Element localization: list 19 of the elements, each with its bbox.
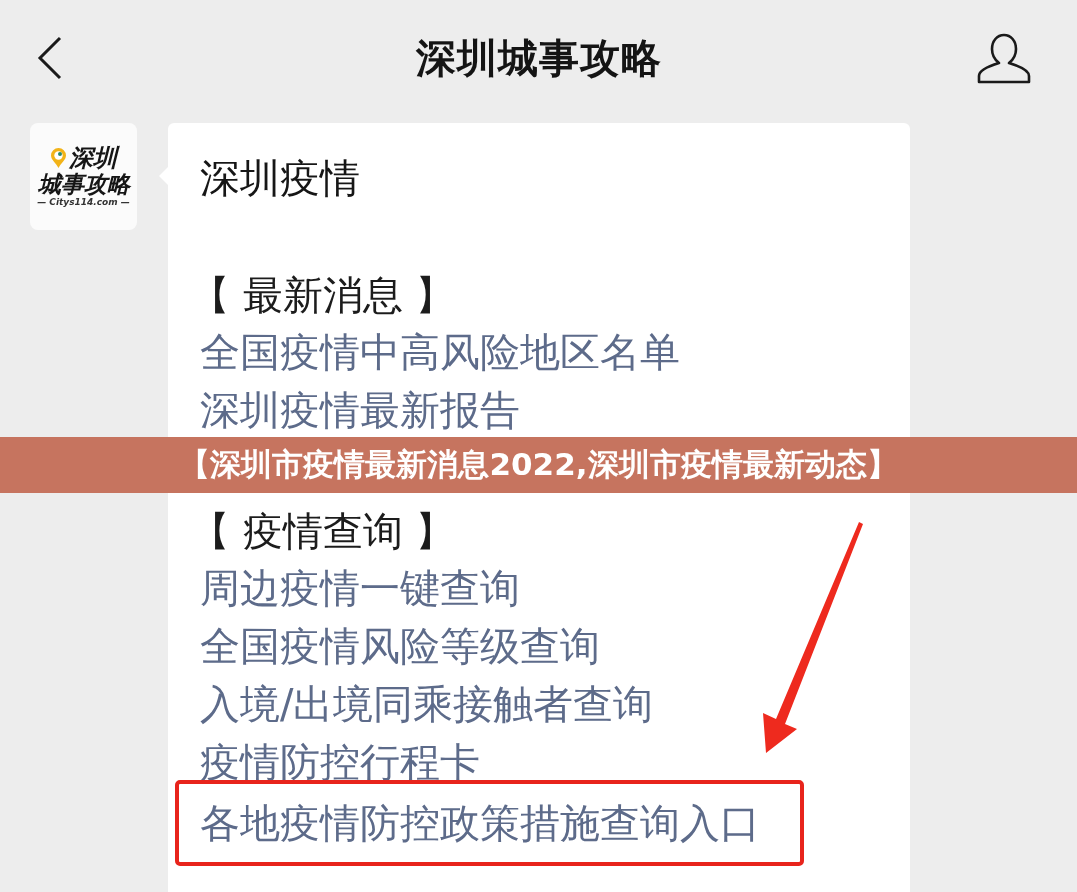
menu-link[interactable]: 各地疫情防控政策措施查询入口 xyxy=(200,794,760,852)
menu-link[interactable]: 全国疫情中高风险地区名单 xyxy=(200,323,680,381)
menu-link[interactable]: 入境/出境同乘接触者查询 xyxy=(200,675,654,733)
back-button[interactable] xyxy=(37,36,63,80)
menu-link[interactable]: 深圳疫情最新报告 xyxy=(200,381,520,439)
back-icon xyxy=(37,36,63,80)
menu-link[interactable]: 全国疫情风险等级查询 xyxy=(200,617,600,675)
menu-link[interactable]: 周边疫情一键查询 xyxy=(200,559,520,617)
profile-button[interactable] xyxy=(977,32,1031,84)
title-banner: 【深圳市疫情最新消息2022,深圳市疫情最新动态】 xyxy=(0,437,1077,493)
logo-website: — Citys114.com — xyxy=(37,197,130,208)
page-title: 深圳城事攻略 xyxy=(415,33,662,83)
pin-icon xyxy=(50,147,67,170)
menu-link[interactable]: 疫情防控行程卡 xyxy=(200,733,480,791)
section-title: 【 最新消息 】 xyxy=(190,271,456,320)
message-heading: 深圳疫情 xyxy=(200,154,361,203)
user-icon xyxy=(977,32,1031,84)
section-title: 【 疫情查询 】 xyxy=(190,507,456,556)
logo-text: 城事攻略 xyxy=(37,172,130,197)
